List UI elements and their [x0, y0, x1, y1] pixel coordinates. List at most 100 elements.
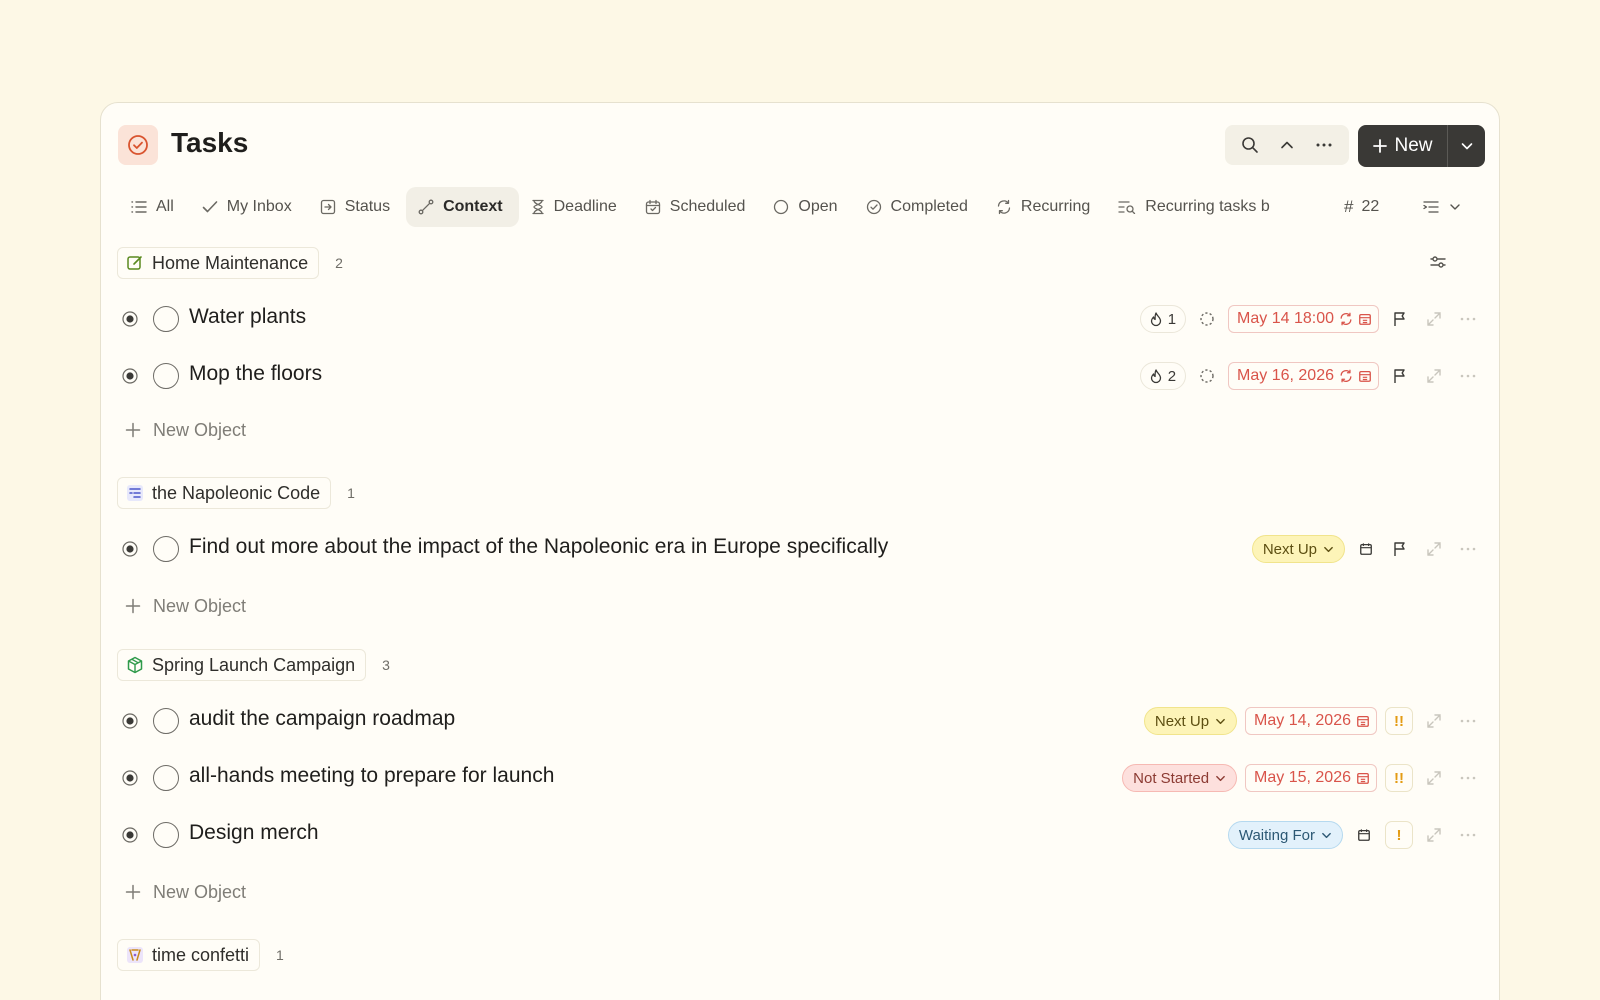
- priority-badge[interactable]: !!: [1385, 764, 1413, 792]
- status-dropdown[interactable]: Next Up: [1143, 707, 1238, 735]
- ellipsis-icon: [1460, 547, 1476, 551]
- tab-count[interactable]: # 22: [1336, 197, 1387, 217]
- task-title[interactable]: Design merch: [189, 821, 319, 845]
- date-button[interactable]: [1351, 821, 1377, 849]
- priority-flag-button[interactable]: [1387, 535, 1413, 563]
- radio-dot-icon: [122, 368, 138, 384]
- expand-button[interactable]: [1421, 707, 1447, 735]
- expand-button[interactable]: [1421, 764, 1447, 792]
- streak-badge[interactable]: 1: [1139, 305, 1187, 333]
- task-title[interactable]: Mop the floors: [189, 362, 322, 386]
- new-object-button[interactable]: New Object: [125, 591, 246, 621]
- ellipsis-icon: [1460, 719, 1476, 723]
- calendar-icon: [1360, 543, 1372, 555]
- circle-icon: [774, 199, 789, 215]
- hourglass-icon: [531, 199, 544, 215]
- group-chip[interactable]: Home Maintenance: [117, 247, 320, 279]
- tab-my-inbox[interactable]: My Inbox: [190, 187, 308, 227]
- row-more-button[interactable]: [1455, 305, 1481, 333]
- tab-all[interactable]: All: [119, 187, 190, 227]
- plus-icon: [125, 884, 141, 900]
- expand-button[interactable]: [1421, 821, 1447, 849]
- task-row[interactable]: audit the campaign roadmap Next Up May 1…: [101, 693, 1499, 749]
- progress-indicator[interactable]: [1194, 305, 1220, 333]
- hash-icon: #: [1344, 197, 1354, 216]
- tab-status[interactable]: Status: [308, 187, 406, 227]
- new-button[interactable]: New: [1358, 125, 1447, 167]
- priority-badge[interactable]: !!: [1385, 707, 1413, 735]
- new-object-button[interactable]: New Object: [125, 877, 246, 907]
- task-checkbox[interactable]: [153, 708, 179, 734]
- task-row[interactable]: Water plants 1 May 14 18:00: [101, 291, 1499, 347]
- collapse-button[interactable]: [1271, 129, 1303, 161]
- task-checkbox[interactable]: [153, 306, 179, 332]
- streak-badge[interactable]: 2: [1139, 362, 1187, 390]
- tab-completed[interactable]: Completed: [854, 187, 984, 227]
- task-checkbox[interactable]: [153, 765, 179, 791]
- task-checkbox[interactable]: [153, 822, 179, 848]
- row-more-button[interactable]: [1455, 821, 1481, 849]
- tab-recurring-tasks[interactable]: Recurring tasks b: [1106, 187, 1286, 227]
- tab-scheduled[interactable]: Scheduled: [633, 187, 762, 227]
- priority-flag-button[interactable]: [1387, 362, 1413, 390]
- link-icon: [418, 199, 434, 215]
- header: Tasks New: [101, 103, 1499, 183]
- row-more-button[interactable]: [1455, 362, 1481, 390]
- due-date-pill[interactable]: May 14 18:00: [1228, 305, 1379, 333]
- tab-deadline[interactable]: Deadline: [519, 187, 633, 227]
- new-object-button[interactable]: New Object: [125, 415, 246, 445]
- group-chip[interactable]: time confetti: [117, 939, 261, 971]
- task-row[interactable]: Find out more about the impact of the Na…: [101, 521, 1499, 577]
- tab-label: Recurring tasks b: [1145, 198, 1270, 215]
- more-options-button[interactable]: [1308, 129, 1340, 161]
- tab-recurring[interactable]: Recurring: [984, 187, 1106, 227]
- group-name: Home Maintenance: [152, 252, 309, 273]
- due-date-pill[interactable]: May 15, 2026: [1245, 764, 1377, 792]
- task-checkbox[interactable]: [153, 536, 179, 562]
- task-title[interactable]: all-hands meeting to prepare for launch: [189, 764, 554, 788]
- filter-settings-button[interactable]: [1427, 251, 1449, 273]
- radio-dot-icon: [122, 541, 138, 557]
- task-row[interactable]: Mop the floors 2 May 16, 2026: [101, 348, 1499, 404]
- status-dropdown[interactable]: Waiting For: [1227, 821, 1343, 849]
- due-date-pill[interactable]: May 14, 2026: [1245, 707, 1377, 735]
- calendar-icon: [1359, 313, 1371, 325]
- row-more-button[interactable]: [1455, 535, 1481, 563]
- radio-dot-icon: [122, 311, 138, 327]
- status-dropdown[interactable]: Next Up: [1251, 535, 1345, 563]
- expand-button[interactable]: [1421, 535, 1447, 563]
- task-checkbox[interactable]: [153, 363, 179, 389]
- task-title[interactable]: audit the campaign roadmap: [189, 707, 455, 731]
- radio-dot-icon: [122, 770, 138, 786]
- calendar-icon: [1359, 370, 1371, 382]
- tab-open[interactable]: Open: [761, 187, 853, 227]
- ellipsis-icon: [1460, 833, 1476, 837]
- expand-button[interactable]: [1421, 362, 1447, 390]
- row-more-button[interactable]: [1455, 764, 1481, 792]
- chevron-down-icon: [1450, 204, 1460, 210]
- search-button[interactable]: [1234, 129, 1266, 161]
- expand-icon: [1427, 312, 1441, 326]
- row-more-button[interactable]: [1455, 707, 1481, 735]
- task-row[interactable]: Design merch Waiting For !: [101, 807, 1499, 863]
- box-arrow-icon: [320, 199, 335, 215]
- group-chip[interactable]: the Napoleonic Code: [117, 477, 332, 509]
- priority-badge[interactable]: !: [1385, 821, 1413, 849]
- view-options-button[interactable]: [1393, 200, 1473, 214]
- expand-button[interactable]: [1421, 305, 1447, 333]
- status-dropdown[interactable]: Not Started: [1122, 764, 1238, 792]
- chevron-down-icon: [1216, 775, 1225, 781]
- tab-context[interactable]: Context: [406, 187, 519, 227]
- repeat-icon: [1340, 312, 1352, 326]
- task-properties: Waiting For !: [1227, 819, 1481, 851]
- priority-flag-button[interactable]: [1387, 305, 1413, 333]
- group-chip[interactable]: Spring Launch Campaign: [117, 649, 367, 681]
- task-title[interactable]: Water plants: [189, 305, 306, 329]
- date-button[interactable]: [1353, 535, 1379, 563]
- task-title[interactable]: Find out more about the impact of the Na…: [189, 535, 888, 559]
- due-date-pill[interactable]: May 16, 2026: [1228, 362, 1379, 390]
- task-row[interactable]: all-hands meeting to prepare for launch …: [101, 750, 1499, 806]
- flag-icon: [1394, 369, 1405, 383]
- new-dropdown-button[interactable]: [1447, 125, 1485, 167]
- progress-indicator[interactable]: [1194, 362, 1220, 390]
